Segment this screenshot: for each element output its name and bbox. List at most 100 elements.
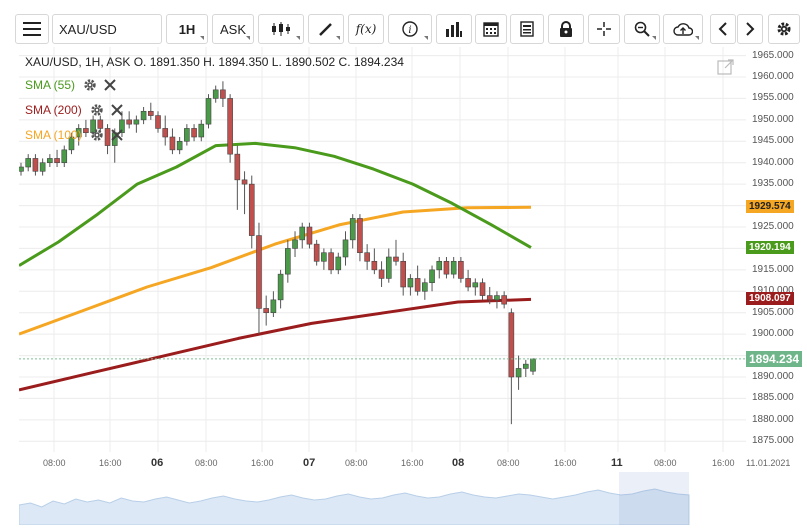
studies-button[interactable] [436, 14, 472, 44]
sma-legend-row[interactable]: SMA (55) [25, 78, 116, 92]
candle-body [400, 260, 406, 288]
candle [220, 81, 226, 107]
settings-button[interactable] [768, 14, 800, 44]
indicators-button[interactable]: f(x) [348, 14, 384, 44]
candle-body [270, 299, 277, 314]
candle-body [443, 260, 450, 275]
close-icon[interactable] [110, 104, 123, 116]
lock-button[interactable] [548, 14, 584, 44]
layout-icon [520, 21, 534, 37]
price-tick-label: 1905.000 [752, 306, 794, 318]
navigator-selection[interactable] [619, 472, 689, 525]
candle-body [212, 89, 219, 99]
gear-icon[interactable] [90, 128, 104, 142]
menu-button[interactable] [15, 14, 49, 44]
expand-icon[interactable] [717, 58, 735, 76]
sma-legend-row[interactable]: SMA (200) [25, 103, 123, 117]
candle-body [458, 260, 464, 279]
cloud-upload-icon [673, 23, 693, 36]
candle [313, 239, 320, 266]
calendar-button[interactable] [475, 14, 507, 44]
navigator-chart[interactable] [18, 472, 807, 526]
time-tick-label: 16:00 [401, 458, 424, 468]
close-icon[interactable] [104, 79, 116, 91]
candle-body [169, 136, 176, 151]
candle [436, 257, 443, 279]
candle [148, 102, 154, 120]
time-axis[interactable]: 08:00 16:00 06 08:00 16:00 07 08:00 16:00 08 08:0… [19, 452, 807, 472]
bar-indicator-icon [446, 22, 462, 37]
time-tick-label: 08:00 [43, 458, 66, 468]
candle-body [335, 256, 342, 271]
symbol-selector[interactable]: XAU/USD [52, 14, 162, 44]
price-tick-label: 1960.000 [752, 71, 794, 82]
navigator-area [18, 488, 690, 526]
candle [393, 239, 399, 266]
price-tick-label: 1880.000 [752, 413, 794, 425]
scroll-right-button[interactable] [737, 14, 763, 44]
candle [241, 171, 248, 215]
navigator-pane[interactable] [18, 472, 807, 526]
candlestick-chart-icon [272, 22, 290, 36]
candle-body [508, 312, 515, 378]
candle [39, 158, 46, 176]
candle [385, 248, 392, 283]
info-button[interactable]: i [388, 14, 432, 44]
candle-body [494, 295, 500, 301]
chart-type-button[interactable] [258, 14, 304, 44]
ohlc-header: XAU/USD, 1H, ASK O. 1891.350 H. 1894.350… [25, 55, 404, 69]
crosshair-button[interactable] [588, 14, 620, 44]
candle-body [234, 153, 241, 181]
gear-icon[interactable] [83, 78, 97, 92]
candle-body [205, 98, 212, 125]
sma-legend-row[interactable]: SMA (100) [25, 128, 123, 142]
price-tick-label: 1945.000 [752, 135, 794, 147]
settings-icon [777, 22, 791, 36]
candle-body [407, 278, 414, 288]
price-tick-label: 1915.000 [752, 263, 794, 275]
price-tick-label: 1935.000 [752, 178, 794, 190]
candle-body [176, 140, 183, 151]
candle-body [198, 123, 205, 138]
candle [292, 231, 298, 257]
candle [277, 269, 284, 309]
time-tick-label: 08 [452, 457, 465, 469]
candle [184, 124, 190, 146]
time-tick-label: 16:00 [554, 458, 577, 468]
close-icon[interactable] [110, 129, 123, 141]
candle [522, 359, 529, 377]
candle [263, 295, 269, 326]
share-button[interactable] [663, 14, 703, 44]
candle-body [357, 218, 363, 254]
candle [515, 355, 522, 390]
candle [422, 278, 428, 300]
candle [501, 291, 507, 309]
timeframe-selector[interactable]: 1H [166, 14, 208, 44]
candle-body [364, 252, 370, 262]
time-tick-label: 16:00 [251, 458, 274, 468]
price-type-selector[interactable]: ASK [212, 14, 254, 44]
candle [465, 269, 471, 292]
sma-label: SMA (200) [25, 103, 82, 117]
candle-body [292, 239, 298, 249]
draw-tool-button[interactable] [308, 14, 344, 44]
price-tick-label: 1925.000 [752, 221, 794, 232]
candle [472, 278, 479, 296]
time-tick-label: 08:00 [497, 458, 520, 468]
layout-button[interactable] [510, 14, 544, 44]
zoom-button[interactable] [624, 14, 660, 44]
gear-icon[interactable] [90, 103, 104, 117]
candle [378, 261, 385, 287]
draw-line-icon [319, 23, 332, 36]
candle-body [241, 179, 248, 185]
candle [248, 175, 255, 249]
menu-icon [23, 22, 41, 36]
price-axis[interactable]: 1965.000 1960.000 1955.000 1950.000 1945.000… [746, 47, 807, 452]
scroll-left-button[interactable] [710, 14, 736, 44]
candle-body [450, 260, 457, 275]
time-tick-label: 11 [611, 457, 623, 469]
candle-body [385, 256, 392, 279]
candle-body [25, 158, 32, 168]
time-tick-label: 07 [303, 457, 316, 469]
sma-label: SMA (100) [25, 128, 82, 142]
